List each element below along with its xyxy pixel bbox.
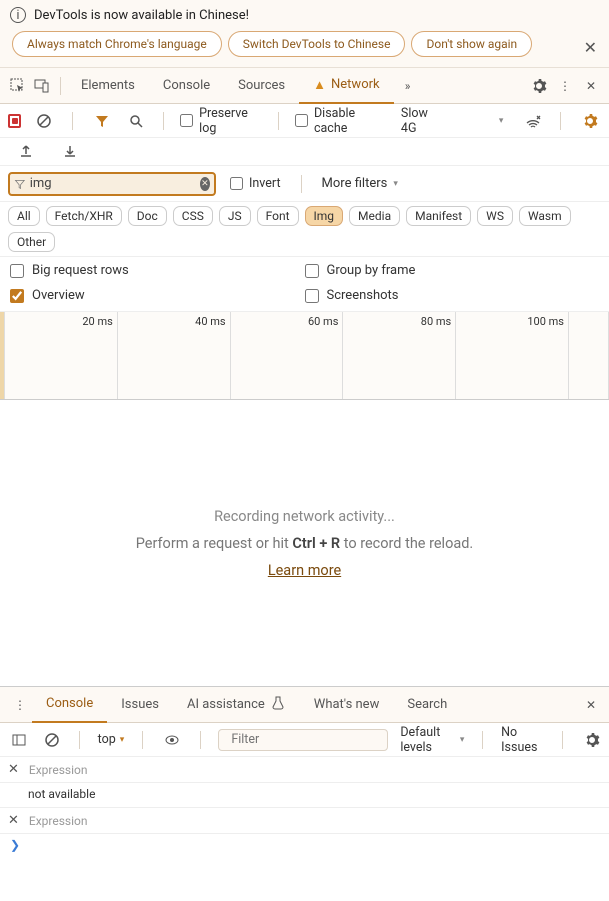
tab-network[interactable]: ▲ Network: [299, 68, 393, 104]
filter-bar: ✕ Invert More filters: [0, 166, 609, 202]
preserve-log-checkbox[interactable]: Preserve log: [180, 106, 262, 136]
remove-expression-icon[interactable]: ✕: [8, 762, 19, 777]
drawer-tab-search[interactable]: Search: [393, 687, 461, 723]
drawer-tab-bar: ⋮ Console Issues AI assistance What's ne…: [0, 687, 609, 723]
overview-checkbox[interactable]: Overview: [10, 288, 305, 303]
type-chip-fetch[interactable]: Fetch/XHR: [46, 206, 122, 226]
kebab-menu-icon[interactable]: ⋮: [553, 74, 577, 98]
type-chip-img[interactable]: Img: [305, 206, 344, 226]
more-tabs-icon[interactable]: »: [396, 74, 420, 98]
clear-console-icon[interactable]: [42, 728, 60, 752]
drawer-tab-console[interactable]: Console: [32, 687, 107, 723]
expression-result: not available: [0, 783, 609, 808]
inspect-icon[interactable]: [6, 74, 30, 98]
clear-icon[interactable]: [33, 109, 55, 133]
type-chip-manifest[interactable]: Manifest: [406, 206, 471, 226]
drawer-close-icon[interactable]: ✕: [579, 693, 603, 717]
export-har-icon[interactable]: [14, 140, 38, 164]
big-rows-checkbox[interactable]: Big request rows: [10, 263, 305, 278]
switch-language-button[interactable]: Switch DevTools to Chinese: [228, 31, 406, 57]
view-options: Big request rows Overview Group by frame…: [0, 257, 609, 312]
invert-checkbox[interactable]: Invert: [230, 176, 281, 191]
overview-timeline[interactable]: 20 ms 40 ms 60 ms 80 ms 100 ms: [0, 312, 609, 400]
drawer-kebab-icon[interactable]: ⋮: [8, 693, 32, 717]
log-levels-select[interactable]: Default levels: [400, 725, 464, 755]
live-expression-row: ✕ Expression: [0, 808, 609, 834]
drawer-tab-whatsnew[interactable]: What's new: [300, 687, 394, 723]
record-button[interactable]: [8, 114, 21, 128]
tab-console[interactable]: Console: [149, 68, 224, 104]
main-tab-bar: Elements Console Sources ▲ Network » ⋮ ✕: [0, 68, 609, 104]
match-language-button[interactable]: Always match Chrome's language: [12, 31, 222, 57]
filter-input[interactable]: [30, 176, 196, 191]
no-issues-text: No Issues: [501, 725, 544, 755]
network-toolbar-row2: [0, 138, 609, 166]
empty-state: Recording network activity... Perform a …: [0, 400, 609, 686]
expression-placeholder[interactable]: Expression: [29, 814, 88, 828]
warning-icon: ▲: [313, 77, 326, 93]
device-toggle-icon[interactable]: [30, 74, 54, 98]
type-chip-other[interactable]: Other: [8, 232, 55, 252]
live-expression-row: ✕ Expression: [0, 757, 609, 783]
type-chip-ws[interactable]: WS: [477, 206, 513, 226]
learn-more-link[interactable]: Learn more: [268, 562, 341, 579]
flask-icon: [270, 695, 286, 715]
hint-text: Perform a request or hit Ctrl + R to rec…: [136, 535, 474, 552]
tab-sources[interactable]: Sources: [224, 68, 299, 104]
screenshots-checkbox[interactable]: Screenshots: [305, 288, 600, 303]
context-select[interactable]: top: [98, 732, 125, 747]
drawer: ⋮ Console Issues AI assistance What's ne…: [0, 686, 609, 856]
tab-elements[interactable]: Elements: [67, 68, 149, 104]
recording-text: Recording network activity...: [214, 508, 395, 525]
more-filters-dropdown[interactable]: More filters: [322, 176, 398, 191]
throttling-select[interactable]: Slow 4G: [395, 104, 510, 138]
drawer-tab-issues[interactable]: Issues: [107, 687, 173, 723]
settings-icon[interactable]: [527, 74, 551, 98]
network-toolbar: Preserve log Disable cache Slow 4G: [0, 104, 609, 138]
console-filter-input[interactable]: [218, 729, 388, 751]
type-chip-font[interactable]: Font: [257, 206, 299, 226]
filter-input-wrap[interactable]: ✕: [8, 172, 216, 196]
remove-expression-icon[interactable]: ✕: [8, 813, 19, 828]
dont-show-button[interactable]: Don't show again: [411, 31, 532, 57]
clear-filter-icon[interactable]: ✕: [200, 177, 210, 191]
resource-type-filters: All Fetch/XHR Doc CSS JS Font Img Media …: [0, 202, 609, 257]
type-chip-css[interactable]: CSS: [173, 206, 213, 226]
funnel-icon: [14, 176, 26, 192]
console-prompt[interactable]: ❯: [0, 834, 609, 856]
type-chip-wasm[interactable]: Wasm: [519, 206, 571, 226]
live-expression-icon[interactable]: [163, 728, 181, 752]
info-icon: i: [10, 7, 26, 23]
group-by-frame-checkbox[interactable]: Group by frame: [305, 263, 600, 278]
network-conditions-icon[interactable]: [521, 109, 543, 133]
language-infobar: i DevTools is now available in Chinese! …: [0, 0, 609, 68]
console-toolbar: top Default levels No Issues: [0, 723, 609, 757]
close-devtools-icon[interactable]: ✕: [579, 74, 603, 98]
infobar-title: DevTools is now available in Chinese!: [34, 8, 249, 23]
import-har-icon[interactable]: [58, 140, 82, 164]
drawer-tab-ai[interactable]: AI assistance: [173, 687, 300, 723]
type-chip-all[interactable]: All: [8, 206, 40, 226]
sidebar-toggle-icon[interactable]: [10, 728, 28, 752]
network-settings-icon[interactable]: [579, 109, 601, 133]
type-chip-media[interactable]: Media: [349, 206, 400, 226]
disable-cache-checkbox[interactable]: Disable cache: [295, 106, 385, 136]
filter-toggle-icon[interactable]: [91, 109, 113, 133]
type-chip-doc[interactable]: Doc: [128, 206, 167, 226]
console-settings-icon[interactable]: [583, 728, 601, 752]
expression-placeholder[interactable]: Expression: [29, 763, 88, 777]
infobar-close-button[interactable]: ✕: [584, 38, 597, 57]
search-icon[interactable]: [125, 109, 147, 133]
type-chip-js[interactable]: JS: [219, 206, 251, 226]
